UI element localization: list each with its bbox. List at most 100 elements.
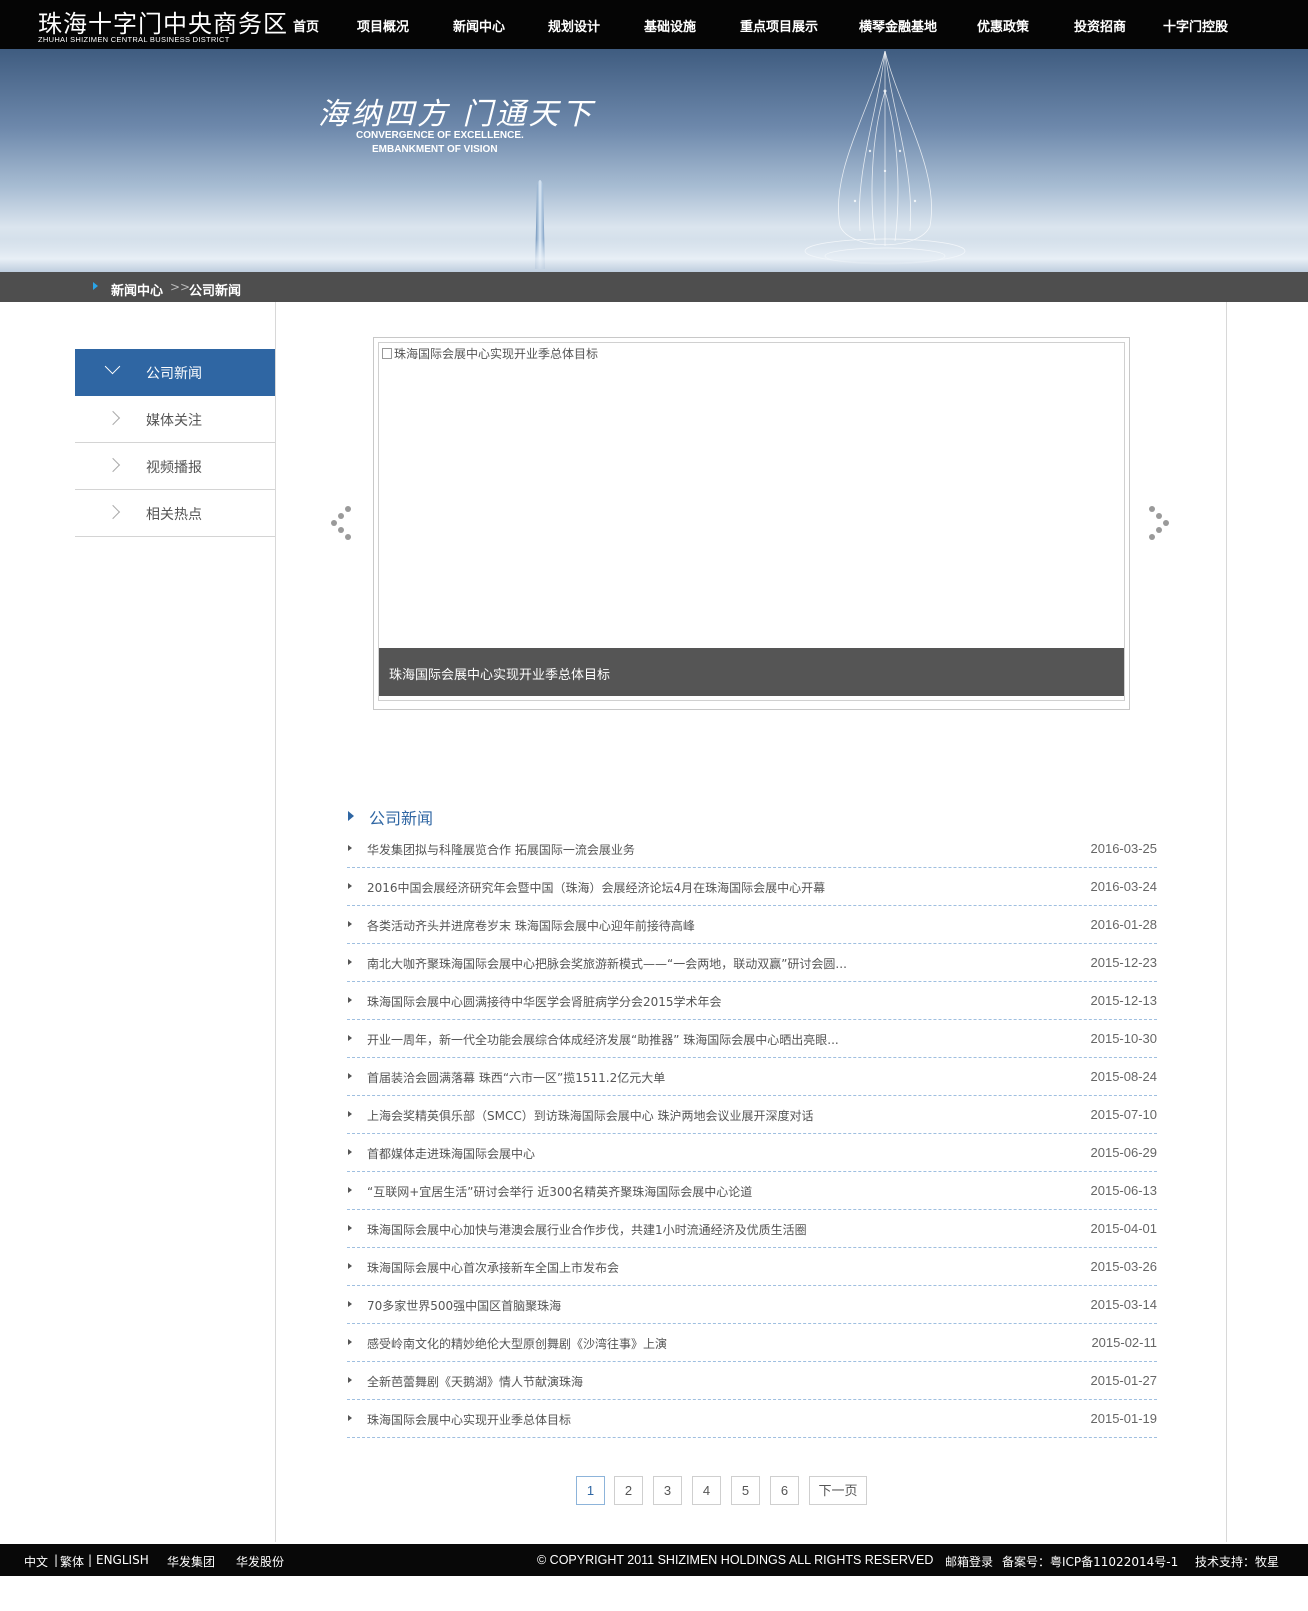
nav-investment[interactable]: 投资招商: [1074, 16, 1126, 35]
sidebar-item-label: 相关热点: [146, 507, 202, 523]
news-title-link[interactable]: 各类活动齐头并进席卷岁末 珠海国际会展中心迎年前接待高峰: [367, 917, 695, 934]
sidebar-item-media[interactable]: 媒体关注: [75, 396, 275, 443]
news-title-link[interactable]: 珠海国际会展中心首次承接新车全国上市发布会: [367, 1259, 619, 1276]
nav-home[interactable]: 首页: [293, 16, 319, 35]
breadcrumb-separator: >>: [170, 280, 191, 294]
nav-holdings[interactable]: 十字门控股: [1163, 16, 1228, 35]
breadcrumb-current[interactable]: 公司新闻: [189, 280, 241, 299]
next-page-button[interactable]: 下一页: [809, 1476, 867, 1505]
bullet-icon: [348, 883, 352, 889]
news-row[interactable]: 珠海国际会展中心加快与港澳会展行业合作步伐，共建1小时流通经济及优质生活圈 201…: [347, 1210, 1157, 1248]
news-title-link[interactable]: 上海会奖精英俱乐部（SMCC）到访珠海国际会展中心 珠沪两地会议业展开深度对话: [367, 1107, 814, 1124]
news-date: 2015-12-23: [1090, 955, 1158, 970]
breadcrumb: 新闻中心 >> 公司新闻: [0, 272, 1308, 302]
news-slideshow: 珠海国际会展中心实现开业季总体目标 珠海国际会展中心实现开业季总体目标: [373, 337, 1130, 710]
slide-image-alt: 珠海国际会展中心实现开业季总体目标: [394, 347, 599, 361]
news-row[interactable]: 南北大咖齐聚珠海国际会展中心把脉会奖旅游新模式——“一会两地，联动双赢”研讨会圆…: [347, 944, 1157, 982]
site-logo[interactable]: 珠海十字门中央商务区 ZHUHAI SHIZIMEN CENTRAL BUSIN…: [38, 4, 287, 46]
news-title-link[interactable]: 华发集团拟与科隆展览合作 拓展国际一流会展业务: [367, 841, 635, 858]
breadcrumb-parent[interactable]: 新闻中心: [111, 280, 163, 299]
banner-english-line1: CONVERGENCE OF EXCELLENCE.: [356, 130, 524, 141]
site-footer: 中文 | 繁体 | ENGLISH 华发集团 华发股份 © COPYRIGHT …: [0, 1544, 1308, 1576]
news-date: 2015-01-19: [1090, 1411, 1158, 1426]
nav-infrastructure[interactable]: 基础设施: [644, 16, 696, 35]
bullet-icon: [348, 1187, 352, 1193]
nav-finance-base[interactable]: 横琴金融基地: [859, 16, 937, 35]
page-1-button[interactable]: 1: [576, 1476, 605, 1505]
bullet-icon: [348, 1035, 352, 1041]
news-date: 2015-06-13: [1090, 1183, 1158, 1198]
bullet-icon: [348, 1225, 352, 1231]
page-6-button[interactable]: 6: [770, 1476, 799, 1505]
news-title-link[interactable]: 珠海国际会展中心圆满接待中华医学会肾脏病学分会2015学术年会: [367, 993, 722, 1010]
news-section-title: 公司新闻: [369, 809, 434, 828]
news-row[interactable]: 首届装洽会圆满落幕 珠西“六市一区”揽1511.2亿元大单 2015-08-24: [347, 1058, 1157, 1096]
slide-prev-arrow-icon[interactable]: [330, 505, 356, 545]
news-row[interactable]: 70多家世界500强中国区首脑聚珠海 2015-03-14: [347, 1286, 1157, 1324]
page-4-button[interactable]: 4: [692, 1476, 721, 1505]
bullet-icon: [348, 921, 352, 927]
sidebar-item-hot-topics[interactable]: 相关热点: [75, 490, 275, 537]
news-title-link[interactable]: 开业一周年，新一代全功能会展综合体成经济发展“助推器” 珠海国际会展中心晒出亮眼…: [367, 1031, 839, 1048]
bullet-icon: [348, 1377, 352, 1383]
lang-traditional-link[interactable]: 繁体: [60, 1553, 84, 1570]
slide-image-placeholder[interactable]: 珠海国际会展中心实现开业季总体目标: [382, 345, 598, 362]
chevron-right-icon: [105, 410, 121, 426]
news-title-link[interactable]: “互联网+宜居生活”研讨会举行 近300名精英齐聚珠海国际会展中心论道: [367, 1183, 752, 1200]
slide-next-arrow-icon[interactable]: [1146, 505, 1172, 545]
section-arrow-icon: [348, 811, 354, 821]
footer-link-huafa-group[interactable]: 华发集团: [167, 1553, 215, 1570]
news-row[interactable]: 珠海国际会展中心首次承接新车全国上市发布会 2015-03-26: [347, 1248, 1157, 1286]
news-title-link[interactable]: 珠海国际会展中心实现开业季总体目标: [367, 1411, 571, 1428]
news-row[interactable]: 首都媒体走进珠海国际会展中心 2015-06-29: [347, 1134, 1157, 1172]
news-row[interactable]: 各类活动齐头并进席卷岁末 珠海国际会展中心迎年前接待高峰 2016-01-28: [347, 906, 1157, 944]
news-row[interactable]: “互联网+宜居生活”研讨会举行 近300名精英齐聚珠海国际会展中心论道 2015-…: [347, 1172, 1157, 1210]
news-row[interactable]: 感受岭南文化的精妙绝伦大型原创舞剧《沙湾往事》上演 2015-02-11: [347, 1324, 1157, 1362]
page-3-button[interactable]: 3: [653, 1476, 682, 1505]
bullet-icon: [348, 1149, 352, 1155]
bullet-icon: [348, 1301, 352, 1307]
footer-link-huafa-shares[interactable]: 华发股份: [236, 1553, 284, 1570]
sidebar-item-video[interactable]: 视频播报: [75, 443, 275, 490]
news-date: 2016-03-24: [1090, 879, 1158, 894]
news-row[interactable]: 开业一周年，新一代全功能会展综合体成经济发展“助推器” 珠海国际会展中心晒出亮眼…: [347, 1020, 1157, 1058]
footer-divider: |: [54, 1553, 59, 1567]
news-list: 华发集团拟与科隆展览合作 拓展国际一流会展业务 2016-03-25 2016中国会…: [347, 830, 1157, 1438]
bullet-icon: [348, 1111, 352, 1117]
nav-news-center[interactable]: 新闻中心: [453, 16, 505, 35]
news-title-link[interactable]: 珠海国际会展中心加快与港澳会展行业合作步伐，共建1小时流通经济及优质生活圈: [367, 1221, 807, 1238]
news-title-link[interactable]: 感受岭南文化的精妙绝伦大型原创舞剧《沙湾往事》上演: [367, 1335, 667, 1352]
news-title-link[interactable]: 首届装洽会圆满落幕 珠西“六市一区”揽1511.2亿元大单: [367, 1069, 665, 1086]
news-title-link[interactable]: 首都媒体走进珠海国际会展中心: [367, 1145, 535, 1162]
sidebar-item-label: 公司新闻: [146, 366, 202, 382]
news-row[interactable]: 珠海国际会展中心圆满接待中华医学会肾脏病学分会2015学术年会 2015-12-1…: [347, 982, 1157, 1020]
icp-record[interactable]: 备案号：粤ICP备11022014号-1: [1002, 1553, 1178, 1570]
news-title-link[interactable]: 2016中国会展经济研究年会暨中国（珠海）会展经济论坛4月在珠海国际会展中心开幕: [367, 879, 825, 896]
news-title-link[interactable]: 70多家世界500强中国区首脑聚珠海: [367, 1297, 561, 1314]
top-navbar: 珠海十字门中央商务区 ZHUHAI SHIZIMEN CENTRAL BUSIN…: [0, 0, 1308, 49]
nav-key-projects[interactable]: 重点项目展示: [740, 16, 818, 35]
news-title-link[interactable]: 全新芭蕾舞剧《天鹅湖》情人节献演珠海: [367, 1373, 583, 1390]
slide-image-area[interactable]: 珠海国际会展中心实现开业季总体目标 珠海国际会展中心实现开业季总体目标: [378, 342, 1125, 701]
page-5-button[interactable]: 5: [731, 1476, 760, 1505]
sidebar-item-label: 媒体关注: [146, 413, 202, 429]
bullet-icon: [348, 997, 352, 1003]
lang-english-link[interactable]: ENGLISH: [96, 1553, 149, 1567]
news-row[interactable]: 上海会奖精英俱乐部（SMCC）到访珠海国际会展中心 珠沪两地会议业展开深度对话 2…: [347, 1096, 1157, 1134]
nav-policies[interactable]: 优惠政策: [977, 16, 1029, 35]
news-title-link[interactable]: 南北大咖齐聚珠海国际会展中心把脉会奖旅游新模式——“一会两地，联动双赢”研讨会圆…: [367, 955, 847, 972]
news-date: 2015-02-11: [1091, 1335, 1157, 1350]
news-row[interactable]: 2016中国会展经济研究年会暨中国（珠海）会展经济论坛4月在珠海国际会展中心开幕…: [347, 868, 1157, 906]
sidebar-item-company-news[interactable]: 公司新闻: [75, 349, 275, 396]
sidebar-item-label: 视频播报: [146, 460, 202, 476]
news-row[interactable]: 珠海国际会展中心实现开业季总体目标 2015-01-19: [347, 1400, 1157, 1438]
page-2-button[interactable]: 2: [614, 1476, 643, 1505]
mail-login-link[interactable]: 邮箱登录: [945, 1553, 993, 1570]
nav-planning[interactable]: 规划设计: [548, 16, 600, 35]
lang-chinese-link[interactable]: 中文: [24, 1553, 48, 1570]
slide-caption[interactable]: 珠海国际会展中心实现开业季总体目标: [389, 664, 610, 683]
news-row[interactable]: 全新芭蕾舞剧《天鹅湖》情人节献演珠海 2015-01-27: [347, 1362, 1157, 1400]
news-row[interactable]: 华发集团拟与科隆展览合作 拓展国际一流会展业务 2016-03-25: [347, 830, 1157, 868]
nav-overview[interactable]: 项目概况: [357, 16, 409, 35]
news-date: 2015-03-26: [1090, 1259, 1158, 1274]
